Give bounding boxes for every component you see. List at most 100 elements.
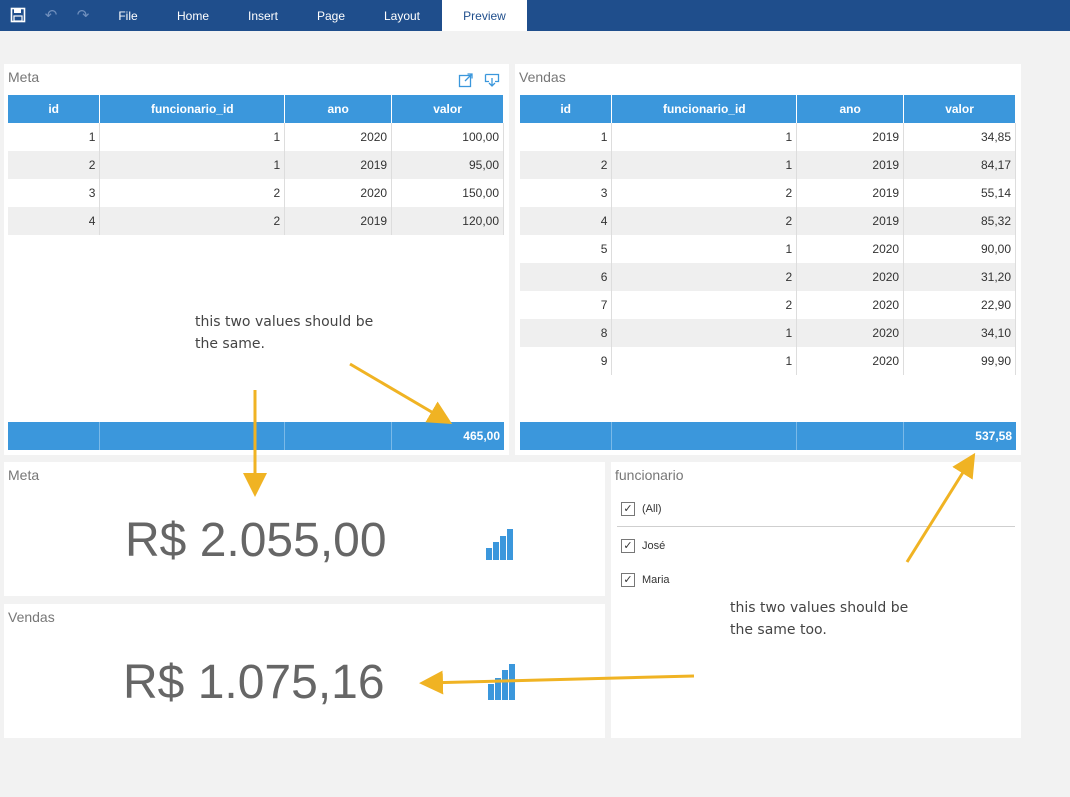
filter-item-label: (All) xyxy=(642,503,662,515)
column-header-id[interactable]: id xyxy=(8,95,101,123)
cell: 120,00 xyxy=(391,207,504,235)
table-row: 3 2 2019 55,14 xyxy=(520,179,1016,207)
table-row: 2 1 2019 84,17 xyxy=(520,151,1016,179)
cell: 1 xyxy=(99,123,286,151)
cell: 2020 xyxy=(284,123,393,151)
cell: 2 xyxy=(611,207,798,235)
cell: 1 xyxy=(611,151,798,179)
filter-title: funcionario xyxy=(615,467,684,483)
cell: 22,90 xyxy=(903,291,1016,319)
vendas-table: id funcionario_id ano valor 1 1 2019 34,85 … xyxy=(520,95,1016,375)
table-row: 9 1 2020 99,90 xyxy=(520,347,1016,375)
vendas-grid-panel: Vendas id funcionario_id ano valor 1 1 201… xyxy=(515,64,1021,455)
cell: 2 xyxy=(520,151,613,179)
filter-item-jose[interactable]: ✓ José xyxy=(621,536,665,556)
filter-item-label: Maria xyxy=(642,574,670,586)
redo-icon[interactable]: ↷ xyxy=(74,7,92,25)
cell: 2019 xyxy=(796,123,905,151)
cell: 2020 xyxy=(796,319,905,347)
column-header-funcionario-id[interactable]: funcionario_id xyxy=(99,95,286,123)
cell: 55,14 xyxy=(903,179,1016,207)
meta-grid-title: Meta xyxy=(8,69,40,85)
undo-icon[interactable]: ↶ xyxy=(42,7,60,25)
export-icon[interactable] xyxy=(484,72,500,88)
bar-chart-icon xyxy=(486,526,520,560)
annotation-note-2: this two values should be the same too. xyxy=(730,600,909,638)
menu-layout[interactable]: Layout xyxy=(372,0,432,31)
cell: 100,00 xyxy=(391,123,504,151)
meta-card-value: R$ 2.055,00 xyxy=(125,514,387,567)
meta-total-row: 465,00 xyxy=(8,422,504,450)
menu-insert[interactable]: Insert xyxy=(236,0,290,31)
cell: 2 xyxy=(611,263,798,291)
cell: 3 xyxy=(8,179,101,207)
cell: 4 xyxy=(8,207,101,235)
menu-page[interactable]: Page xyxy=(304,0,358,31)
filter-item-maria[interactable]: ✓ Maria xyxy=(621,570,670,590)
checkbox-checked-icon[interactable]: ✓ xyxy=(621,539,635,553)
cell: 5 xyxy=(520,235,613,263)
cell: 2019 xyxy=(284,151,393,179)
table-row: 8 1 2020 34,10 xyxy=(520,319,1016,347)
vendas-total-row: 537,58 xyxy=(520,422,1016,450)
vendas-grid-title: Vendas xyxy=(519,69,566,85)
cell: 2020 xyxy=(796,347,905,375)
cell: 99,90 xyxy=(903,347,1016,375)
column-header-valor[interactable]: valor xyxy=(391,95,504,123)
table-row: 3 2 2020 150,00 xyxy=(8,179,504,207)
filter-item-all[interactable]: ✓ (All) xyxy=(621,499,662,519)
cell: 1 xyxy=(99,151,286,179)
save-icon[interactable] xyxy=(9,7,27,25)
cell: 84,17 xyxy=(903,151,1016,179)
column-header-ano[interactable]: ano xyxy=(796,95,905,123)
cell: 6 xyxy=(520,263,613,291)
meta-card-title: Meta xyxy=(8,467,40,483)
checkbox-checked-icon[interactable]: ✓ xyxy=(621,573,635,587)
cell: 2020 xyxy=(796,263,905,291)
annotation-note-1: this two values should be the same. xyxy=(195,314,374,352)
column-header-valor[interactable]: valor xyxy=(903,95,1016,123)
column-header-ano[interactable]: ano xyxy=(284,95,393,123)
cell: 2020 xyxy=(796,291,905,319)
meta-total-value: 465,00 xyxy=(463,429,500,443)
cell: 2019 xyxy=(284,207,393,235)
table-row: 1 1 2020 100,00 xyxy=(8,123,504,151)
cell: 2 xyxy=(611,179,798,207)
cell: 1 xyxy=(611,235,798,263)
vendas-card-title: Vendas xyxy=(8,609,55,625)
cell: 2 xyxy=(611,291,798,319)
divider xyxy=(617,526,1015,527)
cell: 1 xyxy=(520,123,613,151)
top-toolbar: ↶ ↷ File Home Insert Page Layout Preview xyxy=(0,0,1070,31)
cell: 34,10 xyxy=(903,319,1016,347)
cell: 7 xyxy=(520,291,613,319)
table-row: 4 2 2019 85,32 xyxy=(520,207,1016,235)
cell: 2 xyxy=(8,151,101,179)
column-header-funcionario-id[interactable]: funcionario_id xyxy=(611,95,798,123)
table-row: 2 1 2019 95,00 xyxy=(8,151,504,179)
cell: 9 xyxy=(520,347,613,375)
cell: 1 xyxy=(8,123,101,151)
vendas-card-panel: Vendas R$ 1.075,16 xyxy=(4,604,605,738)
cell: 8 xyxy=(520,319,613,347)
menu-file[interactable]: File xyxy=(106,0,150,31)
cell: 31,20 xyxy=(903,263,1016,291)
cell: 150,00 xyxy=(391,179,504,207)
cell: 2020 xyxy=(284,179,393,207)
cell: 2019 xyxy=(796,151,905,179)
table-row: 6 2 2020 31,20 xyxy=(520,263,1016,291)
column-header-id[interactable]: id xyxy=(520,95,613,123)
cell: 1 xyxy=(611,347,798,375)
table-header-row: id funcionario_id ano valor xyxy=(520,95,1016,123)
bar-chart-icon xyxy=(488,664,522,700)
cell: 34,85 xyxy=(903,123,1016,151)
menu-preview[interactable]: Preview xyxy=(442,0,527,31)
cell: 2020 xyxy=(796,235,905,263)
checkbox-checked-icon[interactable]: ✓ xyxy=(621,502,635,516)
cell: 95,00 xyxy=(391,151,504,179)
cell: 2 xyxy=(99,179,286,207)
cell: 2019 xyxy=(796,207,905,235)
maximize-icon[interactable] xyxy=(458,72,474,88)
menu-home[interactable]: Home xyxy=(166,0,220,31)
vendas-card-value: R$ 1.075,16 xyxy=(123,656,385,709)
